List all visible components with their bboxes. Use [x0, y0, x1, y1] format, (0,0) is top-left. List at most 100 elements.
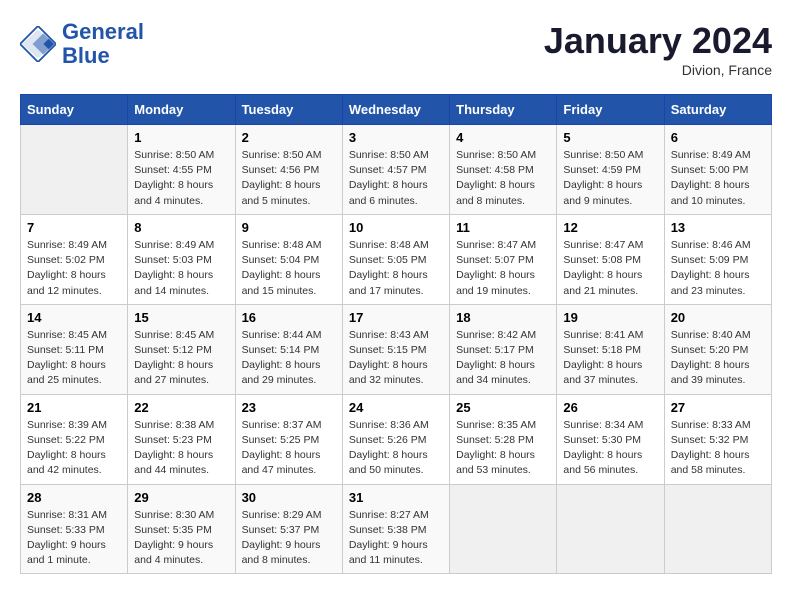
day-header-tuesday: Tuesday: [235, 95, 342, 125]
week-row-1: 1 Sunrise: 8:50 AMSunset: 4:55 PMDayligh…: [21, 125, 772, 215]
day-info: Sunrise: 8:50 AMSunset: 4:55 PMDaylight:…: [134, 148, 228, 209]
day-header-sunday: Sunday: [21, 95, 128, 125]
day-info: Sunrise: 8:31 AMSunset: 5:33 PMDaylight:…: [27, 508, 121, 569]
day-info: Sunrise: 8:34 AMSunset: 5:30 PMDaylight:…: [563, 418, 657, 479]
day-header-thursday: Thursday: [450, 95, 557, 125]
day-info: Sunrise: 8:49 AMSunset: 5:02 PMDaylight:…: [27, 238, 121, 299]
day-info: Sunrise: 8:43 AMSunset: 5:15 PMDaylight:…: [349, 328, 443, 389]
day-info: Sunrise: 8:29 AMSunset: 5:37 PMDaylight:…: [242, 508, 336, 569]
day-info: Sunrise: 8:45 AMSunset: 5:11 PMDaylight:…: [27, 328, 121, 389]
day-number: 26: [563, 400, 657, 415]
logo-text: General Blue: [62, 20, 144, 68]
calendar-cell: 28 Sunrise: 8:31 AMSunset: 5:33 PMDaylig…: [21, 484, 128, 574]
logo-line2: Blue: [62, 43, 110, 68]
day-number: 19: [563, 310, 657, 325]
calendar-cell: 2 Sunrise: 8:50 AMSunset: 4:56 PMDayligh…: [235, 125, 342, 215]
calendar-cell: 10 Sunrise: 8:48 AMSunset: 5:05 PMDaylig…: [342, 214, 449, 304]
day-info: Sunrise: 8:47 AMSunset: 5:08 PMDaylight:…: [563, 238, 657, 299]
day-number: 15: [134, 310, 228, 325]
calendar-cell: 31 Sunrise: 8:27 AMSunset: 5:38 PMDaylig…: [342, 484, 449, 574]
week-row-5: 28 Sunrise: 8:31 AMSunset: 5:33 PMDaylig…: [21, 484, 772, 574]
calendar-cell: 13 Sunrise: 8:46 AMSunset: 5:09 PMDaylig…: [664, 214, 771, 304]
day-info: Sunrise: 8:37 AMSunset: 5:25 PMDaylight:…: [242, 418, 336, 479]
day-info: Sunrise: 8:46 AMSunset: 5:09 PMDaylight:…: [671, 238, 765, 299]
week-row-2: 7 Sunrise: 8:49 AMSunset: 5:02 PMDayligh…: [21, 214, 772, 304]
day-number: 9: [242, 220, 336, 235]
calendar-cell: 24 Sunrise: 8:36 AMSunset: 5:26 PMDaylig…: [342, 394, 449, 484]
header: General Blue January 2024 Divion, France: [20, 20, 772, 78]
day-number: 4: [456, 130, 550, 145]
day-number: 2: [242, 130, 336, 145]
day-info: Sunrise: 8:49 AMSunset: 5:03 PMDaylight:…: [134, 238, 228, 299]
day-info: Sunrise: 8:42 AMSunset: 5:17 PMDaylight:…: [456, 328, 550, 389]
day-number: 8: [134, 220, 228, 235]
calendar-cell: [664, 484, 771, 574]
day-header-monday: Monday: [128, 95, 235, 125]
calendar-cell: 12 Sunrise: 8:47 AMSunset: 5:08 PMDaylig…: [557, 214, 664, 304]
day-info: Sunrise: 8:38 AMSunset: 5:23 PMDaylight:…: [134, 418, 228, 479]
day-info: Sunrise: 8:50 AMSunset: 4:56 PMDaylight:…: [242, 148, 336, 209]
calendar-cell: [450, 484, 557, 574]
day-number: 13: [671, 220, 765, 235]
month-title: January 2024: [544, 20, 772, 62]
calendar-cell: 1 Sunrise: 8:50 AMSunset: 4:55 PMDayligh…: [128, 125, 235, 215]
calendar-cell: 7 Sunrise: 8:49 AMSunset: 5:02 PMDayligh…: [21, 214, 128, 304]
logo-icon: [20, 26, 56, 62]
calendar-cell: [557, 484, 664, 574]
week-row-3: 14 Sunrise: 8:45 AMSunset: 5:11 PMDaylig…: [21, 304, 772, 394]
day-number: 22: [134, 400, 228, 415]
calendar-cell: 16 Sunrise: 8:44 AMSunset: 5:14 PMDaylig…: [235, 304, 342, 394]
day-number: 18: [456, 310, 550, 325]
calendar-cell: 26 Sunrise: 8:34 AMSunset: 5:30 PMDaylig…: [557, 394, 664, 484]
day-info: Sunrise: 8:35 AMSunset: 5:28 PMDaylight:…: [456, 418, 550, 479]
day-number: 16: [242, 310, 336, 325]
day-number: 10: [349, 220, 443, 235]
day-number: 25: [456, 400, 550, 415]
day-number: 28: [27, 490, 121, 505]
day-info: Sunrise: 8:41 AMSunset: 5:18 PMDaylight:…: [563, 328, 657, 389]
day-info: Sunrise: 8:47 AMSunset: 5:07 PMDaylight:…: [456, 238, 550, 299]
day-info: Sunrise: 8:45 AMSunset: 5:12 PMDaylight:…: [134, 328, 228, 389]
day-info: Sunrise: 8:48 AMSunset: 5:04 PMDaylight:…: [242, 238, 336, 299]
day-info: Sunrise: 8:39 AMSunset: 5:22 PMDaylight:…: [27, 418, 121, 479]
day-info: Sunrise: 8:44 AMSunset: 5:14 PMDaylight:…: [242, 328, 336, 389]
day-header-saturday: Saturday: [664, 95, 771, 125]
day-info: Sunrise: 8:50 AMSunset: 4:57 PMDaylight:…: [349, 148, 443, 209]
day-number: 17: [349, 310, 443, 325]
day-number: 6: [671, 130, 765, 145]
day-number: 14: [27, 310, 121, 325]
day-header-wednesday: Wednesday: [342, 95, 449, 125]
day-number: 30: [242, 490, 336, 505]
day-info: Sunrise: 8:27 AMSunset: 5:38 PMDaylight:…: [349, 508, 443, 569]
day-number: 12: [563, 220, 657, 235]
calendar-cell: 14 Sunrise: 8:45 AMSunset: 5:11 PMDaylig…: [21, 304, 128, 394]
day-info: Sunrise: 8:50 AMSunset: 4:59 PMDaylight:…: [563, 148, 657, 209]
calendar-cell: 3 Sunrise: 8:50 AMSunset: 4:57 PMDayligh…: [342, 125, 449, 215]
day-number: 31: [349, 490, 443, 505]
calendar-cell: 18 Sunrise: 8:42 AMSunset: 5:17 PMDaylig…: [450, 304, 557, 394]
calendar-cell: 25 Sunrise: 8:35 AMSunset: 5:28 PMDaylig…: [450, 394, 557, 484]
calendar-cell: 5 Sunrise: 8:50 AMSunset: 4:59 PMDayligh…: [557, 125, 664, 215]
day-number: 5: [563, 130, 657, 145]
day-number: 1: [134, 130, 228, 145]
day-number: 7: [27, 220, 121, 235]
day-info: Sunrise: 8:33 AMSunset: 5:32 PMDaylight:…: [671, 418, 765, 479]
day-number: 3: [349, 130, 443, 145]
week-row-4: 21 Sunrise: 8:39 AMSunset: 5:22 PMDaylig…: [21, 394, 772, 484]
calendar-table: SundayMondayTuesdayWednesdayThursdayFrid…: [20, 94, 772, 574]
calendar-cell: 8 Sunrise: 8:49 AMSunset: 5:03 PMDayligh…: [128, 214, 235, 304]
day-info: Sunrise: 8:40 AMSunset: 5:20 PMDaylight:…: [671, 328, 765, 389]
day-number: 29: [134, 490, 228, 505]
calendar-cell: 9 Sunrise: 8:48 AMSunset: 5:04 PMDayligh…: [235, 214, 342, 304]
day-header-friday: Friday: [557, 95, 664, 125]
day-number: 27: [671, 400, 765, 415]
calendar-cell: 30 Sunrise: 8:29 AMSunset: 5:37 PMDaylig…: [235, 484, 342, 574]
title-area: January 2024 Divion, France: [544, 20, 772, 78]
day-info: Sunrise: 8:36 AMSunset: 5:26 PMDaylight:…: [349, 418, 443, 479]
calendar-cell: 17 Sunrise: 8:43 AMSunset: 5:15 PMDaylig…: [342, 304, 449, 394]
calendar-cell: 29 Sunrise: 8:30 AMSunset: 5:35 PMDaylig…: [128, 484, 235, 574]
calendar-cell: 22 Sunrise: 8:38 AMSunset: 5:23 PMDaylig…: [128, 394, 235, 484]
day-number: 21: [27, 400, 121, 415]
calendar-cell: 15 Sunrise: 8:45 AMSunset: 5:12 PMDaylig…: [128, 304, 235, 394]
calendar-cell: [21, 125, 128, 215]
